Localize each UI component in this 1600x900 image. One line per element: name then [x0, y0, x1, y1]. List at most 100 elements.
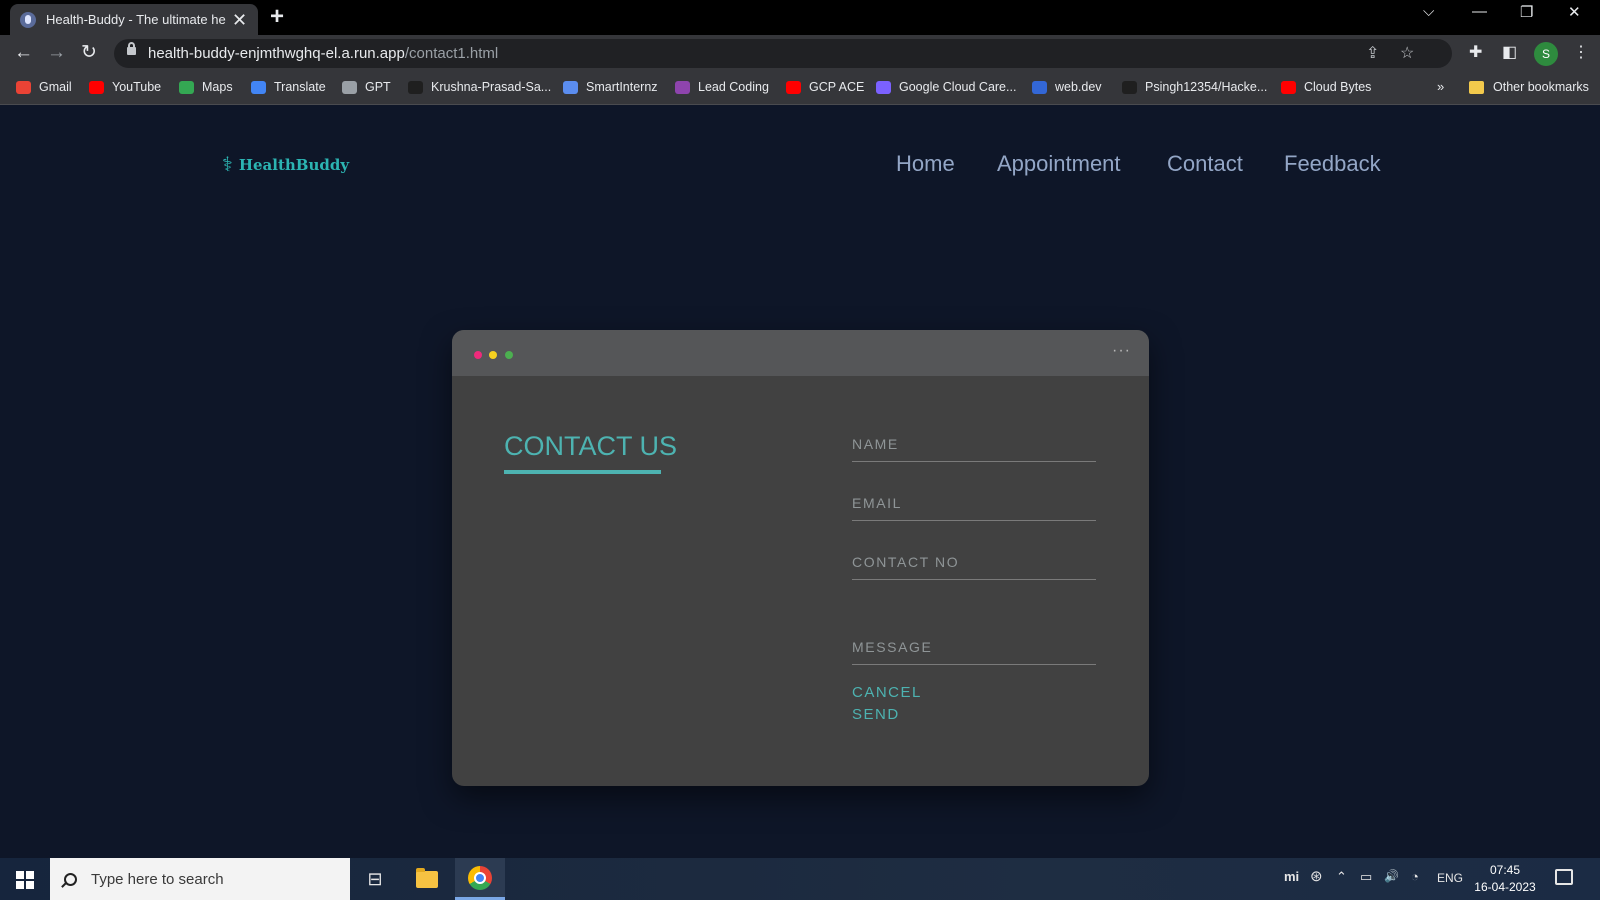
name-field[interactable] [852, 426, 1096, 462]
cancel-button[interactable]: CANCEL [852, 684, 922, 701]
bookmark-google-cloud[interactable]: Google Cloud Care... [876, 80, 1016, 94]
bookmark-web-dev[interactable]: web.dev [1032, 80, 1102, 94]
gpt-icon [342, 80, 357, 94]
share-icon[interactable]: ⇪ [1366, 43, 1379, 63]
bookmark-gcp-ace[interactable]: GCP ACE [786, 80, 864, 94]
task-view-icon[interactable]: ⊟ [350, 858, 400, 900]
url-host: health-buddy-enjmthwghq-el.a.run.app [148, 45, 405, 62]
side-panel-icon[interactable]: ◧ [1502, 42, 1517, 62]
nav-feedback[interactable]: Feedback [1284, 151, 1381, 177]
caduceus-icon: ⚕ [222, 154, 233, 176]
taskbar-search-box[interactable]: Type here to search [50, 858, 350, 900]
language-indicator[interactable]: ENG [1437, 871, 1463, 885]
volume-icon[interactable]: 🔊 [1384, 869, 1399, 883]
bookmark-label: Google Cloud Care... [899, 80, 1017, 94]
close-window-button[interactable]: ✕ [1568, 3, 1581, 21]
back-arrow-icon[interactable]: ← [14, 41, 33, 65]
tab-search-chevron-icon[interactable]: ⌵ [1423, 3, 1434, 20]
bookmark-label: GPT [365, 80, 391, 94]
bookmark-label: SmartInternz [586, 80, 658, 94]
address-bar[interactable]: health-buddy-enjmthwghq-el.a.run.app/con… [114, 39, 1452, 68]
folder-icon [1469, 80, 1484, 94]
contact-card: ··· CONTACT US CANCEL SEND [452, 330, 1149, 786]
youtube-icon [89, 80, 104, 94]
mi-icon[interactable]: mi [1284, 869, 1299, 884]
bookmark-label: YouTube [112, 80, 162, 94]
bookmark-smartinternz[interactable]: SmartInternz [563, 80, 658, 94]
browser-menu-icon[interactable]: ⋮ [1573, 42, 1589, 62]
translate-icon [251, 80, 266, 94]
new-tab-button[interactable]: + [270, 4, 284, 30]
file-explorer-icon [416, 867, 438, 888]
clock-time: 07:45 [1489, 863, 1521, 877]
extensions-icon[interactable]: ✚ [1469, 42, 1482, 62]
windows-taskbar: Type here to search ⊟ mi ⊛ ⌃ ▭ 🔊 ◔ ENG 0… [0, 858, 1600, 900]
restore-button[interactable]: ❐ [1520, 3, 1533, 21]
more-options-icon[interactable]: ··· [1112, 342, 1131, 360]
youtube-icon [1281, 80, 1296, 94]
red-dot-icon [474, 351, 482, 359]
email-field[interactable] [852, 485, 1096, 521]
lead-coding-icon [675, 80, 690, 94]
green-dot-icon [505, 351, 513, 359]
nav-home[interactable]: Home [896, 151, 955, 177]
clock-date: 16-04-2023 [1474, 880, 1536, 894]
browser-tab-strip: Health-Buddy - The ultimate hea ✕ + ⌵ — … [0, 0, 1600, 35]
bookmark-gpt[interactable]: GPT [342, 80, 391, 94]
bookmark-label: Psingh12354/Hacke... [1145, 80, 1268, 94]
reload-icon[interactable]: ↻ [81, 41, 97, 65]
nav-contact[interactable]: Contact [1167, 151, 1243, 177]
tab-close-icon[interactable]: ✕ [232, 11, 247, 29]
bookmark-maps[interactable]: Maps [179, 80, 233, 94]
bookmark-lead-coding[interactable]: Lead Coding [675, 80, 769, 94]
nav-appointment[interactable]: Appointment [997, 151, 1121, 177]
wifi-icon[interactable]: ◔ [1411, 869, 1419, 884]
bookmark-krushna[interactable]: Krushna-Prasad-Sa... [408, 80, 551, 94]
bookmark-label: Cloud Bytes [1304, 80, 1372, 94]
profile-avatar[interactable]: S [1534, 42, 1558, 66]
tray-chevron-icon[interactable]: ⌃ [1336, 869, 1347, 885]
minimize-button[interactable]: — [1472, 3, 1487, 20]
contact-no-field[interactable] [852, 544, 1096, 580]
browser-tab-active[interactable]: Health-Buddy - The ultimate hea ✕ [10, 4, 258, 35]
other-bookmarks[interactable]: Other bookmarks [1469, 80, 1589, 94]
search-icon [64, 872, 77, 886]
message-field[interactable] [852, 629, 1096, 665]
file-explorer-button[interactable] [402, 858, 452, 900]
steam-icon[interactable]: ⊛ [1310, 867, 1323, 885]
gmail-icon [16, 80, 31, 94]
site-logo[interactable]: ⚕ HealthBuddy [222, 155, 349, 175]
taskbar-clock[interactable]: 07:45 16-04-2023 [1470, 862, 1540, 896]
web-dev-icon [1032, 80, 1047, 94]
battery-icon[interactable]: ▭ [1360, 869, 1372, 885]
bookmark-youtube[interactable]: YouTube [89, 80, 161, 94]
bookmarks-bar: Gmail YouTube Maps Translate GPT Krushna… [0, 72, 1600, 105]
google-cloud-icon [876, 80, 891, 94]
bookmarks-overflow-icon[interactable]: » [1437, 79, 1444, 94]
logo-text: HealthBuddy [238, 156, 350, 174]
page-viewport: ⚕ HealthBuddy Home Appointment Contact F… [0, 106, 1600, 858]
url-text[interactable]: health-buddy-enjmthwghq-el.a.run.app/con… [148, 45, 498, 62]
bookmark-translate[interactable]: Translate [251, 80, 326, 94]
lock-icon[interactable] [127, 42, 136, 55]
bookmark-psingh[interactable]: Psingh12354/Hacke... [1122, 80, 1267, 94]
bookmark-label: web.dev [1055, 80, 1102, 94]
send-button[interactable]: SEND [852, 706, 900, 723]
bookmark-gmail[interactable]: Gmail [16, 80, 72, 94]
youtube-icon [786, 80, 801, 94]
bookmark-label: GCP ACE [809, 80, 865, 94]
bookmark-label: Gmail [39, 80, 72, 94]
notification-center-icon[interactable] [1555, 869, 1573, 885]
search-placeholder: Type here to search [91, 870, 224, 888]
other-bookmarks-label: Other bookmarks [1493, 80, 1589, 94]
bookmark-label: Krushna-Prasad-Sa... [431, 80, 552, 94]
contact-title: CONTACT US [504, 431, 678, 461]
browser-toolbar: ← → ↻ health-buddy-enjmthwghq-el.a.run.a… [0, 35, 1600, 72]
maps-icon [179, 80, 194, 94]
bookmark-label: Maps [202, 80, 233, 94]
bookmark-cloud-bytes[interactable]: Cloud Bytes [1281, 80, 1371, 94]
windows-start-icon[interactable] [16, 871, 34, 889]
forward-arrow-icon[interactable]: → [47, 41, 66, 65]
bookmark-star-icon[interactable]: ☆ [1400, 43, 1414, 63]
chrome-taskbar-button[interactable] [455, 858, 505, 900]
